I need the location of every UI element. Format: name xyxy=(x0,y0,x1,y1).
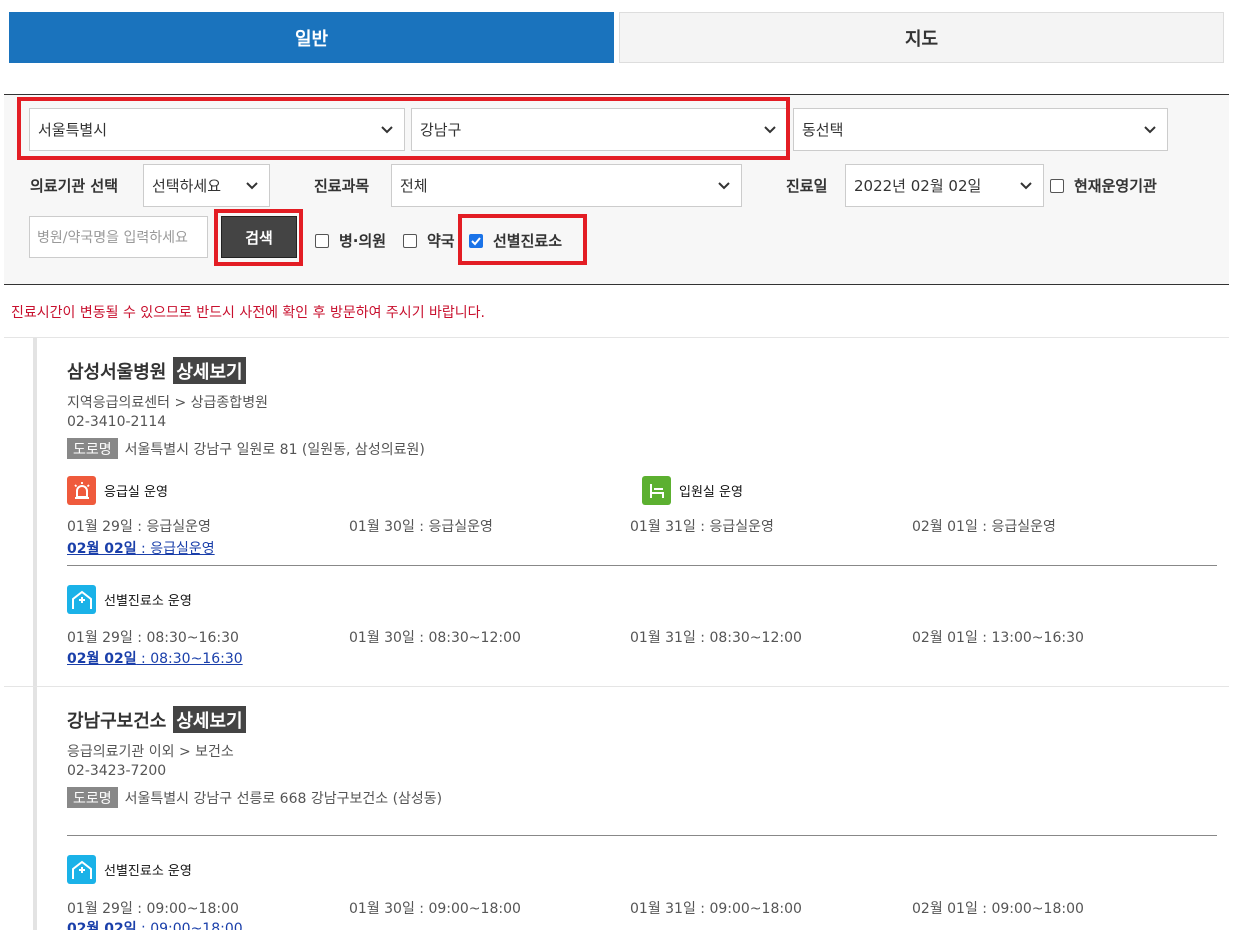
checkbox-box xyxy=(403,233,417,248)
department-select[interactable]: 전체 xyxy=(391,164,742,207)
today-schedule-link[interactable]: 02월 02일 : 응급실운영 xyxy=(67,538,215,558)
city-select-value: 서울특별시 xyxy=(38,121,108,139)
hospital-name: 강남구보건소 xyxy=(67,710,167,732)
schedule-entry: 01월 29일 : 08:30~16:30 xyxy=(67,630,239,646)
today-value: : 08:30~16:30 xyxy=(136,651,243,667)
divider xyxy=(4,337,1229,338)
ward-status: 입원실 운영 xyxy=(642,476,743,505)
er-status: 응급실 운영 xyxy=(67,476,168,505)
view-tabs: 일반 지도 xyxy=(9,12,1224,63)
hospital-phone: 02-3423-7200 xyxy=(67,763,167,779)
today-value: : 09:00~18:00 xyxy=(136,921,243,930)
result-title: 삼성서울병원 상세보기 xyxy=(67,357,246,384)
operating-now-label: 현재운영기관 xyxy=(1074,177,1157,195)
er-status-label: 응급실 운영 xyxy=(104,485,168,500)
district-select[interactable]: 강남구 xyxy=(411,108,788,151)
dong-select-value: 동선택 xyxy=(802,121,844,139)
institution-select[interactable]: 선택하세요 xyxy=(143,164,270,207)
hospital-address: 도로명 서울특별시 강남구 선릉로 668 강남구보건소 (삼성동) xyxy=(67,787,442,808)
screening-checkbox[interactable]: 선별진료소 xyxy=(469,230,562,251)
hospital-name: 삼성서울병원 xyxy=(67,361,167,383)
hospital-checkbox-label: 병·의원 xyxy=(339,232,387,250)
detail-button[interactable]: 상세보기 xyxy=(173,357,246,384)
schedule-entry: 01월 31일 : 08:30~12:00 xyxy=(630,630,802,646)
date-label: 진료일 xyxy=(786,177,828,195)
screening-status: 선별진료소 운영 xyxy=(67,855,192,884)
institution-label: 의료기관 선택 xyxy=(30,177,119,195)
pharmacy-checkbox-label: 약국 xyxy=(427,232,455,250)
district-select-value: 강남구 xyxy=(420,121,462,139)
address-text: 서울특별시 강남구 선릉로 668 강남구보건소 (삼성동) xyxy=(124,790,443,807)
checkbox-box xyxy=(1050,178,1064,193)
chevron-down-icon xyxy=(1019,178,1033,192)
hospital-category: 지역응급의료센터 > 상급종합병원 xyxy=(67,395,268,411)
hospital-address: 도로명 서울특별시 강남구 일원로 81 (일원동, 삼성의료원) xyxy=(67,438,425,459)
road-name-badge: 도로명 xyxy=(67,787,118,808)
date-select[interactable]: 2022년 02월 02일 xyxy=(845,164,1044,207)
result-accent-bar xyxy=(33,687,37,930)
hospital-checkbox[interactable]: 병·의원 xyxy=(315,230,386,251)
detail-button[interactable]: 상세보기 xyxy=(173,706,246,733)
ward-status-label: 입원실 운영 xyxy=(679,485,743,500)
hospital-category: 응급의료기관 이외 > 보건소 xyxy=(67,744,234,760)
screening-status: 선별진료소 운영 xyxy=(67,585,192,614)
schedule-entry: 01월 29일 : 응급실운영 xyxy=(67,519,211,535)
today-date: 02월 02일 xyxy=(67,921,137,930)
chevron-down-icon xyxy=(245,178,259,192)
result-title: 강남구보건소 상세보기 xyxy=(67,706,246,733)
today-schedule-link[interactable]: 02월 02일 : 08:30~16:30 xyxy=(67,648,243,668)
department-label: 진료과목 xyxy=(314,177,370,195)
today-date: 02월 02일 xyxy=(67,541,137,557)
schedule-entry: 02월 01일 : 13:00~16:30 xyxy=(912,630,1084,646)
institution-select-value: 선택하세요 xyxy=(152,177,222,195)
screening-status-label: 선별진료소 운영 xyxy=(104,594,192,609)
checkbox-box xyxy=(315,233,329,248)
schedule-entry: 01월 30일 : 09:00~18:00 xyxy=(349,901,521,917)
screening-status-label: 선별진료소 운영 xyxy=(104,864,192,879)
address-text: 서울특별시 강남구 일원로 81 (일원동, 삼성의료원) xyxy=(124,441,425,458)
chevron-down-icon xyxy=(1143,122,1157,136)
chevron-down-icon xyxy=(380,122,394,136)
road-name-badge: 도로명 xyxy=(67,438,118,459)
bed-icon xyxy=(642,476,671,505)
checkmark-icon xyxy=(469,233,483,248)
tab-map[interactable]: 지도 xyxy=(619,12,1224,63)
date-select-value: 2022년 02월 02일 xyxy=(854,177,982,195)
dong-select[interactable]: 동선택 xyxy=(793,108,1168,151)
section-divider xyxy=(67,565,1217,566)
siren-icon xyxy=(67,476,96,505)
pharmacy-checkbox[interactable]: 약국 xyxy=(403,230,455,251)
today-date: 02월 02일 xyxy=(67,651,137,667)
schedule-entry: 01월 30일 : 응급실운영 xyxy=(349,519,493,535)
chevron-down-icon xyxy=(717,178,731,192)
today-value: : 응급실운영 xyxy=(136,541,215,557)
operating-now-checkbox[interactable]: 현재운영기관 xyxy=(1050,175,1157,196)
search-input[interactable]: 병원/약국명을 입력하세요 xyxy=(29,216,208,258)
search-button[interactable]: 검색 xyxy=(221,216,297,258)
screening-checkbox-label: 선별진료소 xyxy=(493,232,563,250)
schedule-entry: 02월 01일 : 09:00~18:00 xyxy=(912,901,1084,917)
city-select[interactable]: 서울특별시 xyxy=(29,108,405,151)
schedule-entry: 01월 31일 : 09:00~18:00 xyxy=(630,901,802,917)
schedule-entry: 01월 29일 : 09:00~18:00 xyxy=(67,901,239,917)
department-select-value: 전체 xyxy=(400,177,428,195)
hospital-phone: 02-3410-2114 xyxy=(67,414,167,430)
result-accent-bar xyxy=(33,338,37,686)
tab-general[interactable]: 일반 xyxy=(9,12,614,63)
chevron-down-icon xyxy=(763,122,777,136)
section-divider xyxy=(67,835,1217,836)
search-placeholder: 병원/약국명을 입력하세요 xyxy=(37,230,188,246)
clinic-tent-icon xyxy=(67,585,96,614)
schedule-entry: 01월 30일 : 08:30~12:00 xyxy=(349,630,521,646)
schedule-entry: 02월 01일 : 응급실운영 xyxy=(912,519,1056,535)
clinic-tent-icon xyxy=(67,855,96,884)
divider xyxy=(4,686,1229,687)
notice-text: 진료시간이 변동될 수 있으므로 반드시 사전에 확인 후 방문하여 주시기 바… xyxy=(11,305,485,321)
schedule-entry: 01월 31일 : 응급실운영 xyxy=(630,519,774,535)
today-schedule-link[interactable]: 02월 02일 : 09:00~18:00 xyxy=(67,918,243,930)
